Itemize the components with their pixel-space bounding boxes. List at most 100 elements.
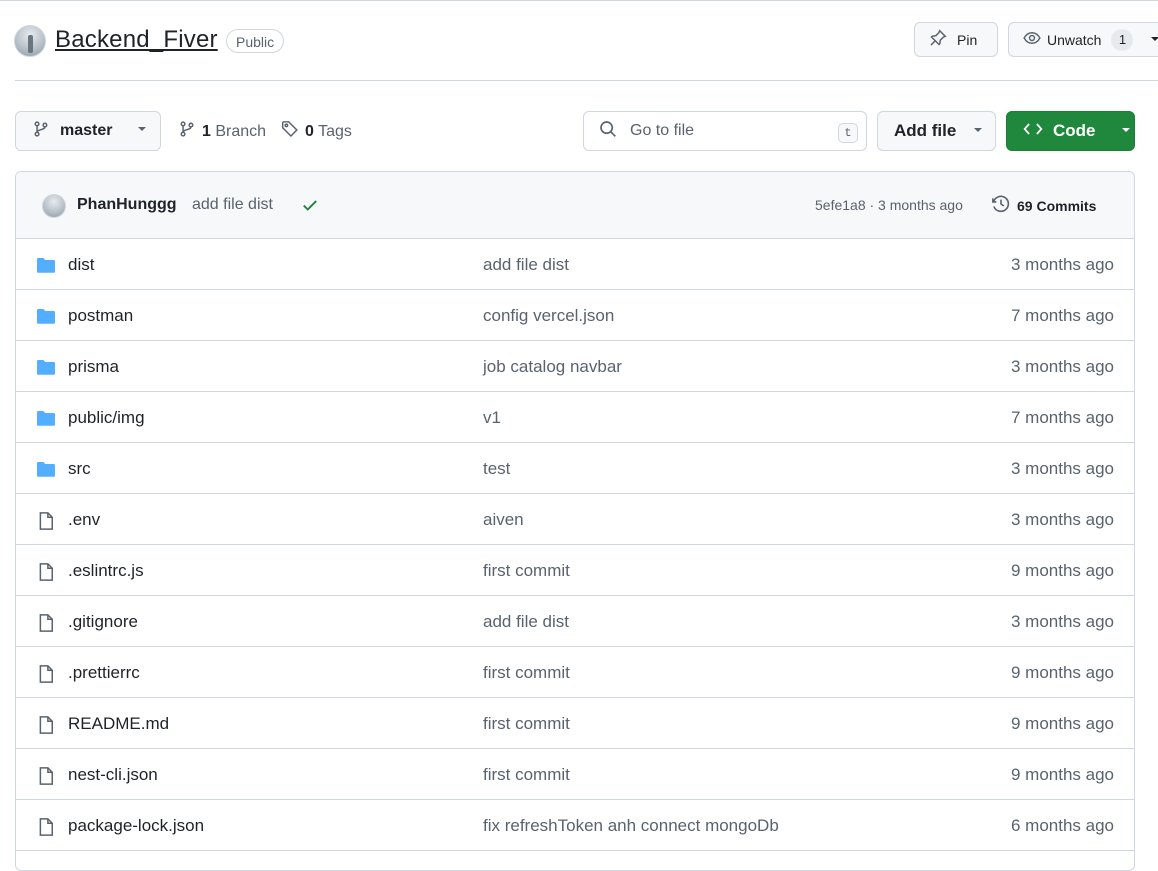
branches-link[interactable]: 1 Branch: [178, 120, 266, 143]
folder-icon: [36, 409, 56, 432]
file-row[interactable]: .env aiven 3 months ago: [16, 494, 1134, 545]
folder-icon: [36, 307, 56, 330]
add-file-label: Add file: [894, 121, 957, 140]
file-commit-message-link[interactable]: add file dist: [483, 255, 569, 275]
visibility-badge: Public: [226, 29, 285, 53]
file-name-link[interactable]: .gitignore: [68, 612, 138, 632]
file-commit-date: 9 months ago: [1010, 663, 1114, 682]
keyboard-shortcut-hint: t: [838, 123, 858, 143]
file-commit-date: 9 months ago: [1010, 714, 1114, 733]
owner-avatar[interactable]: [14, 25, 46, 57]
file-row[interactable]: dist add file dist 3 months ago: [16, 239, 1134, 290]
file-name-link[interactable]: .env: [68, 510, 100, 530]
file-commit-date: 6 months ago: [1010, 816, 1114, 835]
file-name-link[interactable]: .eslintrc.js: [68, 561, 144, 581]
chevron-down-icon: [1149, 32, 1158, 48]
file-row[interactable]: nest-cli.json first commit 9 months ago: [16, 749, 1134, 800]
file-commit-message-link[interactable]: test: [483, 459, 510, 479]
tag-count: 0: [305, 122, 314, 140]
file-row[interactable]: .gitignore add file dist 3 months ago: [16, 596, 1134, 647]
file-name-link[interactable]: prisma: [68, 357, 119, 377]
file-commit-message-link[interactable]: first commit: [483, 663, 570, 683]
watch-button[interactable]: Unwatch 1: [1008, 22, 1158, 57]
file-commit-date: 3 months ago: [1010, 459, 1114, 478]
file-commit-message-link[interactable]: first commit: [483, 714, 570, 734]
folder-icon: [36, 358, 56, 381]
chevron-down-icon: [1120, 121, 1132, 141]
git-branch-icon: [178, 120, 196, 143]
repo-header: Backend_Fiver Public Pin Unwatch 1: [0, 0, 1158, 80]
file-row[interactable]: README.md first commit 9 months ago: [16, 698, 1134, 749]
file-commit-message-link[interactable]: aiven: [483, 510, 524, 530]
commit-hash-and-time[interactable]: 5efe1a8 · 3 months ago: [815, 197, 963, 213]
file-name-link[interactable]: nest-cli.json: [68, 765, 158, 785]
file-row[interactable]: src test 3 months ago: [16, 443, 1134, 494]
tags-link[interactable]: 0 Tags: [281, 120, 352, 143]
go-to-file-search[interactable]: t: [583, 111, 867, 151]
go-to-file-input[interactable]: [628, 121, 822, 141]
folder-icon: [36, 256, 56, 279]
file-commit-date: 9 months ago: [1010, 765, 1114, 784]
file-commit-date: 3 months ago: [1010, 612, 1114, 631]
file-list: dist add file dist 3 months ago postman …: [16, 239, 1134, 851]
header-divider: [15, 80, 1158, 81]
search-icon: [599, 120, 617, 143]
watch-label: Unwatch: [1047, 31, 1102, 48]
file-commit-date: 3 months ago: [1010, 255, 1114, 274]
pin-button[interactable]: Pin: [914, 22, 998, 57]
commits-label: Commits: [1036, 197, 1097, 214]
file-commit-date: 7 months ago: [1010, 306, 1114, 325]
tag-label: Tags: [318, 122, 352, 140]
file-row[interactable]: .prettierrc first commit 9 months ago: [16, 647, 1134, 698]
file-row[interactable]: public/img v1 7 months ago: [16, 392, 1134, 443]
commit-author-link[interactable]: PhanHunggg: [77, 196, 177, 214]
file-icon: [36, 817, 56, 842]
file-name-link[interactable]: public/img: [68, 408, 145, 428]
latest-commit-bar: PhanHunggg add file dist 5efe1a8 · 3 mon…: [16, 172, 1134, 239]
branch-name: master: [60, 122, 113, 139]
file-name-link[interactable]: postman: [68, 306, 133, 326]
commit-message-link[interactable]: add file dist: [192, 196, 273, 214]
file-icon: [36, 613, 56, 638]
file-row[interactable]: postman config vercel.json 7 months ago: [16, 290, 1134, 341]
file-name-link[interactable]: src: [68, 459, 91, 479]
file-icon: [36, 766, 56, 791]
code-label: Code: [1053, 121, 1096, 140]
commits-history-link[interactable]: 69 Commits: [991, 194, 1096, 217]
file-row[interactable]: package-lock.json fix refreshToken anh c…: [16, 800, 1134, 851]
file-icon: [36, 664, 56, 689]
watch-counter: 1: [1111, 28, 1134, 51]
branch-label: Branch: [215, 122, 267, 140]
pin-label: Pin: [957, 31, 978, 48]
file-commit-message-link[interactable]: add file dist: [483, 612, 569, 632]
file-commit-message-link[interactable]: v1: [483, 408, 501, 428]
file-commit-message-link[interactable]: job catalog navbar: [483, 357, 622, 377]
file-commit-message-link[interactable]: config vercel.json: [483, 306, 614, 326]
file-row[interactable]: .eslintrc.js first commit 9 months ago: [16, 545, 1134, 596]
file-name-link[interactable]: README.md: [68, 714, 169, 734]
file-commit-date: 9 months ago: [1010, 561, 1114, 580]
file-name-link[interactable]: .prettierrc: [68, 663, 140, 683]
file-row[interactable]: prisma job catalog navbar 3 months ago: [16, 341, 1134, 392]
file-commit-message-link[interactable]: first commit: [483, 561, 570, 581]
file-commit-date: 3 months ago: [1010, 510, 1114, 529]
add-file-button[interactable]: Add file: [877, 111, 996, 151]
file-table: PhanHunggg add file dist 5efe1a8 · 3 mon…: [15, 171, 1135, 871]
pin-icon: [929, 29, 947, 50]
file-name-link[interactable]: package-lock.json: [68, 816, 204, 836]
eye-icon: [1023, 29, 1041, 50]
git-branch-icon: [32, 120, 50, 143]
chevron-down-icon: [136, 122, 148, 140]
repo-name-link[interactable]: Backend_Fiver: [55, 26, 218, 54]
code-button[interactable]: Code: [1006, 111, 1135, 151]
commit-author-avatar[interactable]: [42, 194, 66, 218]
check-icon[interactable]: [301, 196, 319, 219]
file-commit-date: 7 months ago: [1010, 408, 1114, 427]
file-name-link[interactable]: dist: [68, 255, 94, 275]
file-commit-message-link[interactable]: fix refreshToken anh connect mongoDb: [483, 816, 779, 836]
folder-icon: [36, 460, 56, 483]
code-icon: [1023, 120, 1043, 143]
branch-selector-button[interactable]: master: [15, 111, 161, 151]
file-commit-message-link[interactable]: first commit: [483, 765, 570, 785]
tag-icon: [281, 120, 299, 143]
